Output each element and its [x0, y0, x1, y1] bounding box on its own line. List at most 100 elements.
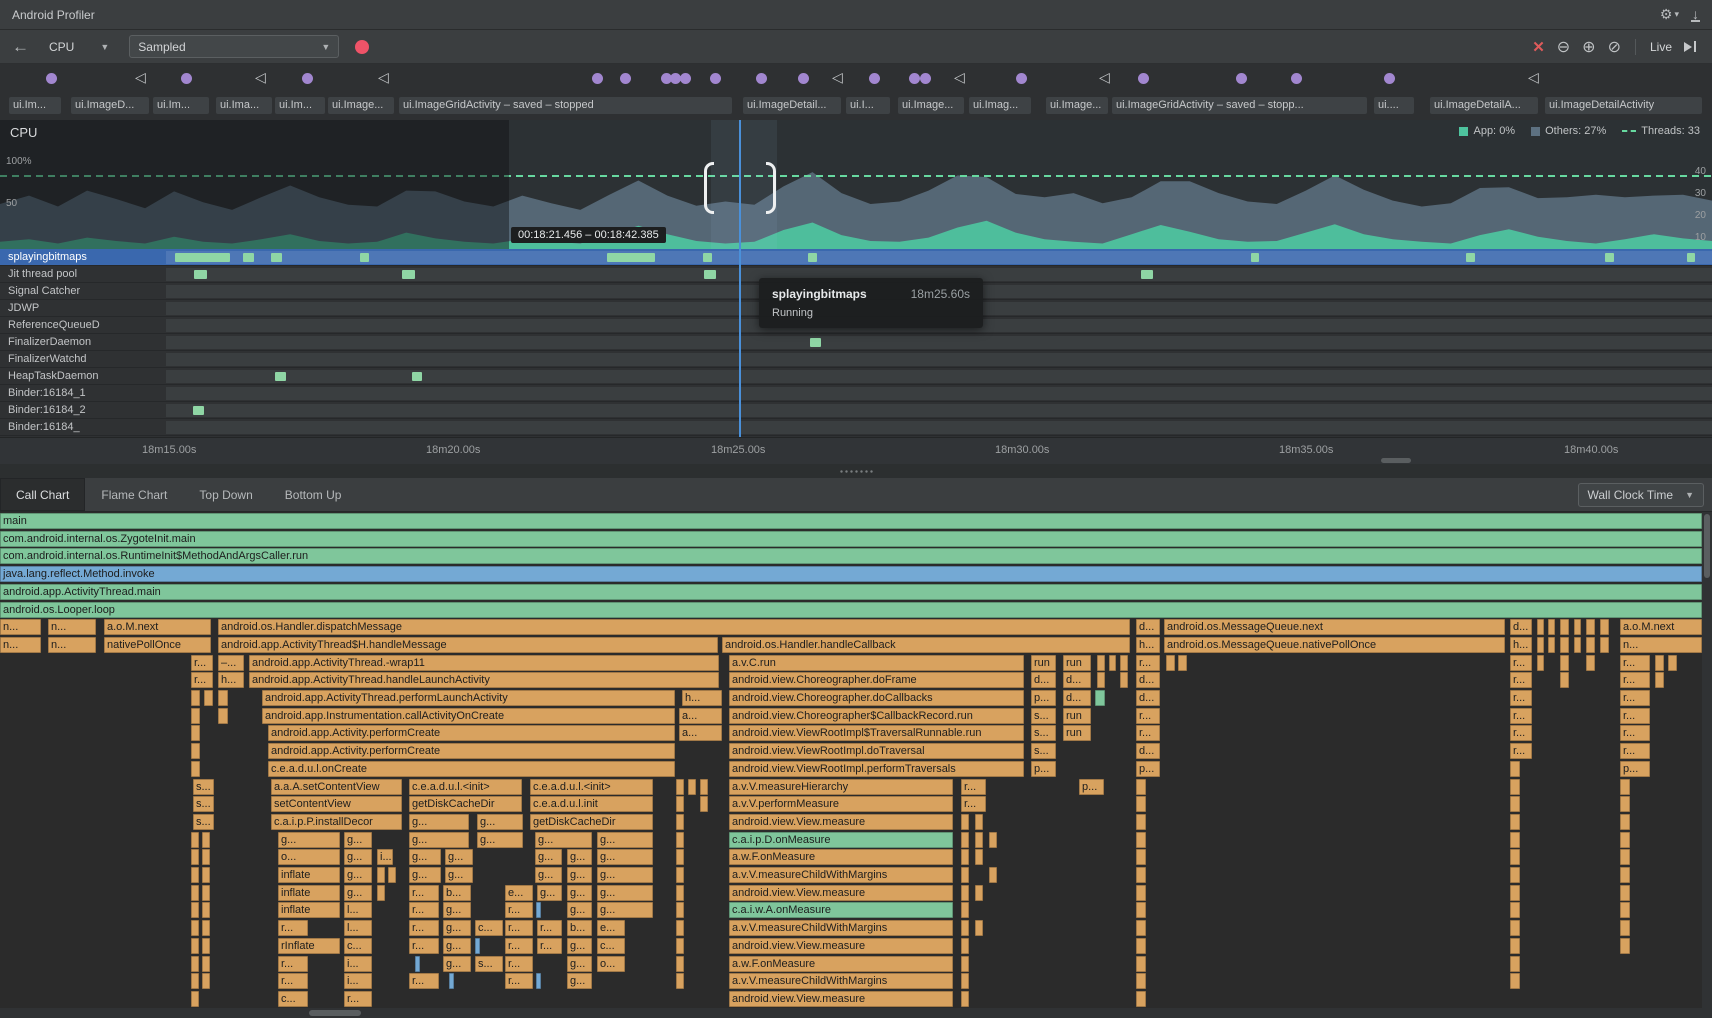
call-chart-bar[interactable]: main: [0, 513, 1702, 529]
call-chart-bar[interactable]: r...: [1620, 708, 1650, 724]
call-chart-bar[interactable]: [1537, 637, 1544, 653]
call-chart-bar[interactable]: r...: [1620, 743, 1650, 759]
activity-lifecycle-bar[interactable]: ui.Image...: [898, 97, 964, 114]
call-chart-bar[interactable]: [961, 938, 969, 954]
call-chart-bar[interactable]: [1510, 796, 1520, 812]
call-chart-bar[interactable]: g...: [409, 814, 469, 830]
call-chart-bar[interactable]: [218, 690, 228, 706]
activity-lifecycle-bar[interactable]: ui.ImageGridActivity – saved – stopped: [399, 97, 732, 114]
thread-row[interactable]: FinalizerDaemon: [0, 334, 1712, 351]
call-chart-bar[interactable]: setContentView: [271, 796, 402, 812]
call-chart-bar[interactable]: [989, 832, 997, 848]
call-chart-bar[interactable]: r...: [278, 956, 308, 972]
call-chart-bar[interactable]: [191, 849, 199, 865]
call-chart-bar[interactable]: g...: [567, 973, 592, 989]
call-chart-bar[interactable]: [1136, 849, 1146, 865]
call-chart-bar[interactable]: [676, 849, 684, 865]
call-chart-bar[interactable]: android.view.View.measure: [729, 991, 953, 1007]
call-chart-bar[interactable]: [1586, 655, 1595, 671]
call-chart-bar[interactable]: [191, 885, 199, 901]
call-chart-bar[interactable]: r...: [409, 885, 439, 901]
call-chart-bar[interactable]: s...: [1031, 743, 1056, 759]
activity-lifecycle-bar[interactable]: ui.Image...: [1046, 97, 1108, 114]
call-chart-bar[interactable]: r...: [1620, 655, 1650, 671]
call-chart-bar[interactable]: r...: [1136, 708, 1160, 724]
call-chart-bar[interactable]: e...: [597, 920, 625, 936]
call-chart-bar[interactable]: [961, 973, 969, 989]
call-chart-bar[interactable]: [676, 920, 684, 936]
call-chart-bar[interactable]: r...: [537, 920, 562, 936]
call-chart-bar[interactable]: a.w.F.onMeasure: [729, 956, 953, 972]
call-chart-bar[interactable]: android.app.Activity.performCreate: [268, 725, 675, 741]
call-chart-bar[interactable]: [1136, 920, 1146, 936]
call-chart-bar[interactable]: [449, 973, 454, 989]
call-chart-bar[interactable]: r...: [961, 779, 986, 795]
call-chart-bar[interactable]: g...: [535, 867, 562, 883]
sampling-mode-select[interactable]: Sampled ▼: [129, 35, 339, 58]
call-chart-bar[interactable]: [202, 885, 210, 901]
call-chart-bar[interactable]: [191, 938, 199, 954]
tab-call-chart[interactable]: Call Chart: [0, 478, 85, 511]
call-chart-bar[interactable]: c.e.a.d.u.l.<init>: [530, 779, 653, 795]
call-chart-bar[interactable]: [1620, 938, 1630, 954]
call-chart-bar[interactable]: –...: [218, 655, 244, 671]
call-chart-bar[interactable]: [1097, 672, 1105, 688]
tab-top-down[interactable]: Top Down: [183, 478, 268, 511]
call-chart-bar[interactable]: c.e.a.d.u.l.init: [530, 796, 653, 812]
call-chart-bar[interactable]: [191, 761, 200, 777]
record-button[interactable]: [355, 40, 369, 54]
reset-zoom-icon[interactable]: ⊘: [1608, 37, 1621, 57]
call-chart-bar[interactable]: s...: [1031, 725, 1056, 741]
call-chart-bar[interactable]: h...: [1510, 637, 1532, 653]
call-chart-bar[interactable]: android.view.Choreographer.doFrame: [729, 672, 1024, 688]
call-chart-bar[interactable]: n...: [48, 619, 96, 635]
call-chart-bar[interactable]: [989, 867, 997, 883]
call-chart-bar[interactable]: [961, 902, 969, 918]
call-chart-bar[interactable]: [1586, 637, 1595, 653]
activity-lifecycle-bar[interactable]: ui.ImageDetailA...: [1430, 97, 1538, 114]
call-chart-bar[interactable]: [1600, 619, 1609, 635]
call-chart-bar[interactable]: [1136, 832, 1146, 848]
call-chart-bar[interactable]: [1136, 991, 1146, 1007]
call-chart-bar[interactable]: com.android.internal.os.ZygoteInit.main: [0, 531, 1702, 547]
activity-lifecycle-bar[interactable]: ui.I...: [846, 97, 890, 114]
call-chart-bar[interactable]: [1548, 637, 1555, 653]
call-chart-bar[interactable]: android.app.ActivityThread.main: [0, 584, 1702, 600]
call-chart-bar[interactable]: r...: [505, 902, 533, 918]
call-chart-bar[interactable]: r...: [278, 920, 308, 936]
call-chart-bar[interactable]: [1109, 655, 1116, 671]
call-chart-bar[interactable]: [202, 938, 210, 954]
thread-row[interactable]: Binder:16184_: [0, 419, 1712, 436]
call-chart-bar[interactable]: r...: [409, 920, 439, 936]
call-chart-bar[interactable]: [1668, 655, 1677, 671]
call-chart-bar[interactable]: r...: [1620, 690, 1650, 706]
call-chart-bar[interactable]: [202, 832, 210, 848]
call-chart-bar[interactable]: n...: [0, 619, 41, 635]
call-chart-bar[interactable]: n...: [1620, 637, 1702, 653]
thread-row[interactable]: HeapTaskDaemon: [0, 368, 1712, 385]
call-chart-bar[interactable]: d...: [1136, 743, 1160, 759]
call-chart-bar[interactable]: r...: [191, 655, 213, 671]
call-chart-bar[interactable]: i...: [377, 849, 393, 865]
call-chart-bar[interactable]: android.view.View.measure: [729, 938, 953, 954]
call-chart-bar[interactable]: [1510, 867, 1520, 883]
call-chart-bar[interactable]: [388, 867, 396, 883]
activity-lifecycle-bar[interactable]: ui.Im...: [275, 97, 325, 114]
call-chart-bar[interactable]: g...: [477, 832, 523, 848]
call-chart-bar[interactable]: [1510, 849, 1520, 865]
call-chart-bar[interactable]: [1136, 938, 1146, 954]
thread-row[interactable]: FinalizerWatchd: [0, 351, 1712, 368]
call-chart-bar[interactable]: s...: [193, 779, 214, 795]
call-chart-bar[interactable]: [676, 973, 684, 989]
call-chart-bar[interactable]: a.v.V.measureHierarchy: [729, 779, 953, 795]
call-chart-bar[interactable]: [1136, 814, 1146, 830]
call-chart-bar[interactable]: a...: [679, 708, 722, 724]
call-chart-bar[interactable]: [676, 867, 684, 883]
call-chart-bar[interactable]: run: [1063, 655, 1091, 671]
call-chart-bar[interactable]: [191, 832, 199, 848]
call-chart-bar[interactable]: [961, 867, 969, 883]
call-chart-bar[interactable]: [536, 973, 541, 989]
call-chart-bar[interactable]: l...: [344, 902, 372, 918]
call-chart-bar[interactable]: [1510, 761, 1520, 777]
call-chart-bar[interactable]: r...: [1510, 743, 1532, 759]
